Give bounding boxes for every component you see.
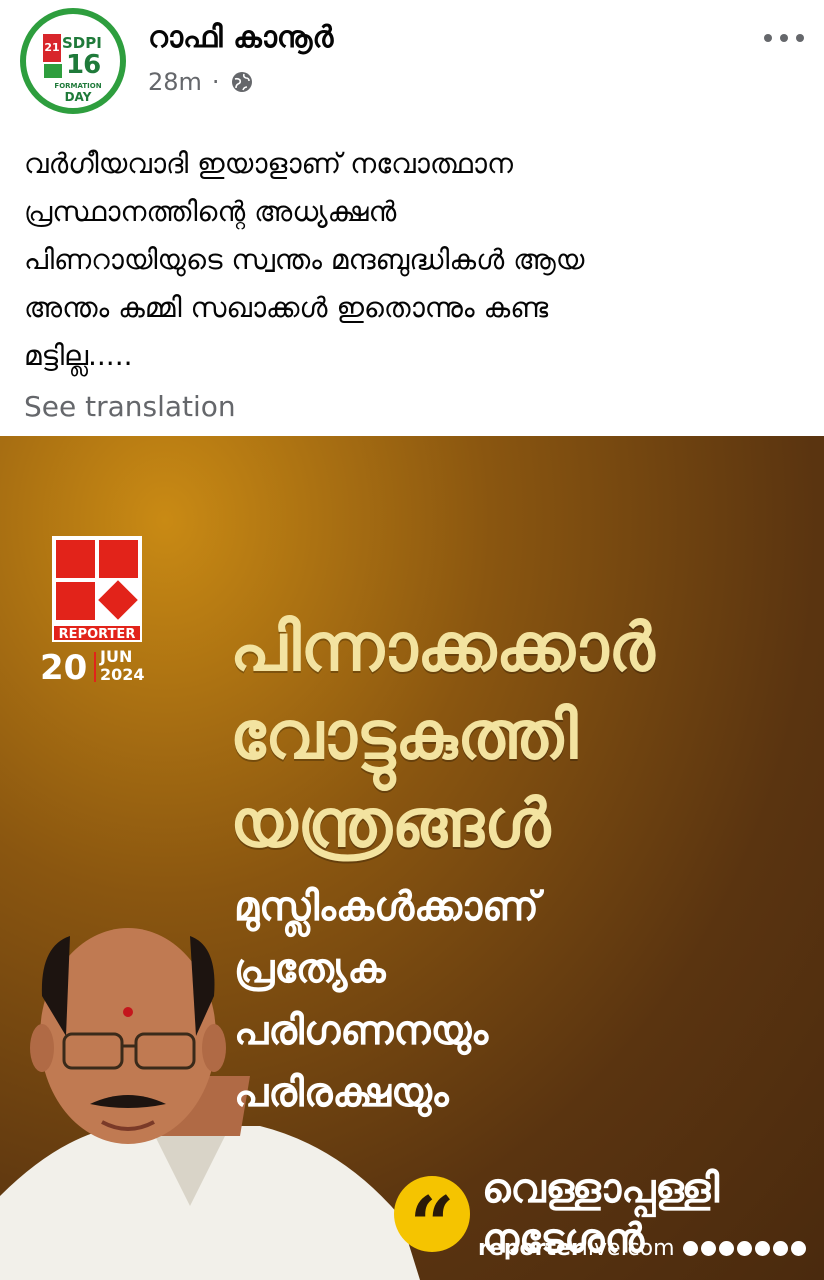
- reporter-logo: REPORTER: [52, 536, 142, 642]
- dot: [796, 34, 804, 42]
- date-separator: [94, 652, 96, 682]
- site-url-rest: live.com: [581, 1236, 675, 1261]
- date-day: 20: [40, 648, 88, 688]
- site-url: reporterlive.com: [478, 1236, 675, 1261]
- author-name[interactable]: റാഫി കാനൂർ: [148, 20, 333, 55]
- post-time[interactable]: 28m: [148, 68, 202, 96]
- logo-label: REPORTER: [52, 624, 142, 642]
- avatar[interactable]: 21 SDPI 16 FORMATION DAY: [20, 8, 126, 114]
- globe-icon[interactable]: [230, 70, 254, 94]
- speaker-name-line: വെള്ളാപ്പള്ളി: [482, 1166, 720, 1212]
- headline-line: പിന്നാക്കക്കാർ: [230, 609, 655, 686]
- avatar-logo: 21 SDPI 16 FORMATION DAY: [26, 14, 120, 108]
- date-year: 2024: [100, 665, 145, 684]
- avatar-formation-text: FORMATION: [54, 82, 102, 90]
- avatar-day-text: DAY: [64, 90, 92, 104]
- meta-separator: ·: [211, 68, 220, 96]
- post-image[interactable]: REPORTER 20 JUN 2024 പിന്നാക്കക്കാർ വോട്…: [0, 436, 824, 1280]
- dot: [780, 34, 788, 42]
- see-translation-link[interactable]: See translation: [24, 390, 236, 423]
- subline: മുസ്ലിംകൾക്കാണ് പ്രത്യേക പരിഗണനയും പരിരക…: [234, 876, 794, 1124]
- avatar-flag-icon: [44, 64, 62, 78]
- social-icons: [682, 1241, 806, 1256]
- headline-line: വോട്ടുകുത്തി: [230, 697, 578, 774]
- social-icon: [700, 1241, 716, 1256]
- post-meta: 28m ·: [148, 68, 254, 96]
- headline: പിന്നാക്കക്കാർ വോട്ടുകുത്തി യന്ത്രങ്ങൾ: [230, 604, 810, 868]
- more-options-icon[interactable]: [764, 26, 804, 50]
- avatar-badge-number: 21: [43, 34, 61, 62]
- avatar-years: 16: [66, 50, 101, 80]
- social-icon: [682, 1241, 698, 1256]
- social-icon: [754, 1241, 770, 1256]
- social-icon: [772, 1241, 788, 1256]
- social-icon: [718, 1241, 734, 1256]
- site-url-bold: reporter: [478, 1236, 582, 1261]
- site-credit: reporterlive.com: [478, 1236, 806, 1261]
- dot: [764, 34, 772, 42]
- date-month-year: JUN 2024: [100, 648, 145, 684]
- subline-line: പ്രത്യേക: [234, 946, 386, 992]
- post-text: വർഗീയവാദി ഇയാളാണ് നവോത്ഥാന പ്രസ്ഥാനത്തിന…: [24, 147, 585, 372]
- subline-line: പരിരക്ഷയും: [234, 1070, 449, 1116]
- subline-line: പരിഗണനയും: [234, 1008, 489, 1054]
- date-month: JUN: [100, 647, 133, 666]
- headline-line: യന്ത്രങ്ങൾ: [230, 785, 551, 862]
- post-header: 21 SDPI 16 FORMATION DAY റാഫി കാനൂർ 28m …: [0, 0, 824, 120]
- subline-line: മുസ്ലിംകൾക്കാണ്: [234, 884, 539, 930]
- social-icon: [790, 1241, 806, 1256]
- social-icon: [736, 1241, 752, 1256]
- quote-icon: “: [394, 1176, 470, 1271]
